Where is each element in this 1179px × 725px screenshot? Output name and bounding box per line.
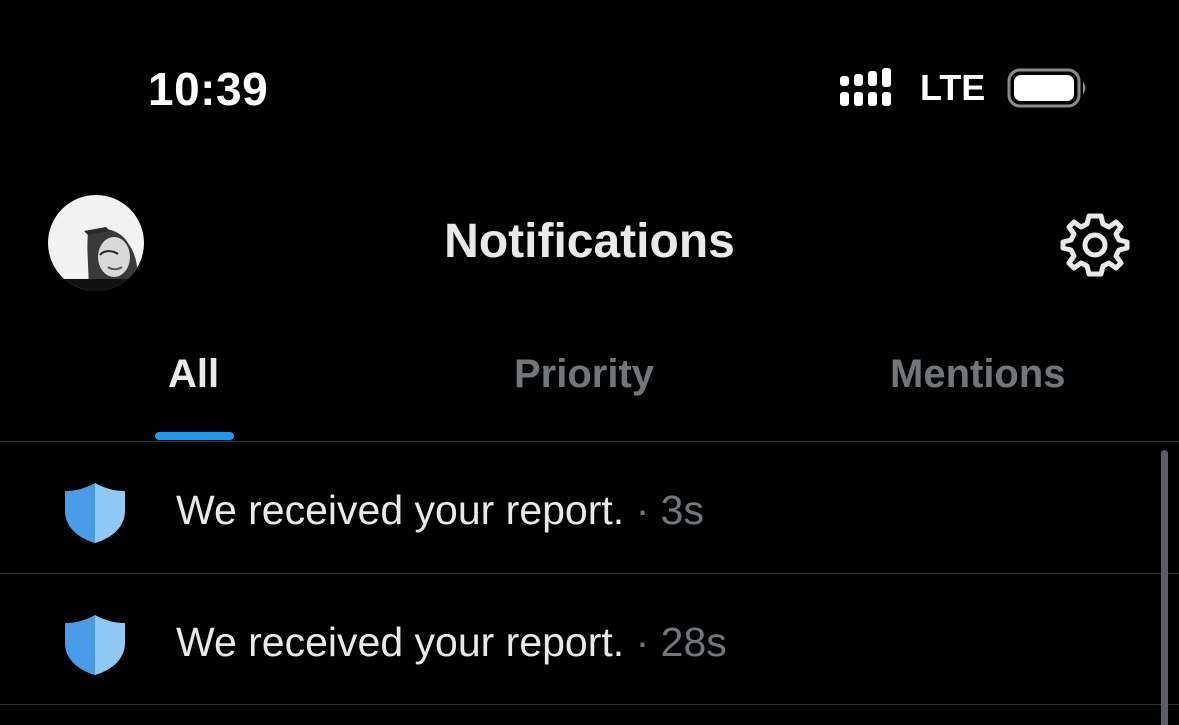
tab-mentions[interactable]: Mentions: [890, 352, 1066, 397]
active-tab-indicator: [155, 432, 234, 440]
status-indicators: LTE: [838, 66, 1089, 110]
notification-time: 28s: [660, 619, 727, 665]
tab-bar: All Priority Mentions: [0, 340, 1179, 442]
notification-separator: ·: [635, 619, 650, 665]
notification-item[interactable]: We received your report. · 3s: [0, 443, 1160, 573]
divider: [0, 441, 1179, 442]
notification-text: We received your report. · 3s: [176, 487, 704, 534]
notification-time: 3s: [660, 487, 704, 533]
divider: [0, 573, 1179, 574]
scrollbar[interactable]: [1161, 450, 1168, 725]
notification-item[interactable]: We received your report. · 28s: [0, 575, 1160, 705]
signal-icon: [840, 68, 891, 106]
divider: [0, 704, 1179, 705]
app-screen: 10:39 LTE Notifications All Priority Men…: [0, 0, 1179, 725]
tab-priority[interactable]: Priority: [514, 352, 654, 397]
gear-icon: [1060, 213, 1130, 277]
notification-message: We received your report.: [176, 619, 625, 665]
network-type: LTE: [920, 67, 986, 108]
page-title: Notifications: [444, 215, 735, 268]
settings-button[interactable]: [1060, 210, 1130, 280]
notification-message: We received your report.: [176, 487, 625, 533]
status-time: 10:39: [148, 63, 269, 115]
battery-icon: [1007, 68, 1086, 108]
shield-icon: [65, 615, 125, 675]
notification-text: We received your report. · 28s: [176, 619, 727, 666]
shield-icon: [65, 483, 125, 543]
notification-separator: ·: [635, 487, 650, 533]
tab-all[interactable]: All: [168, 352, 219, 397]
